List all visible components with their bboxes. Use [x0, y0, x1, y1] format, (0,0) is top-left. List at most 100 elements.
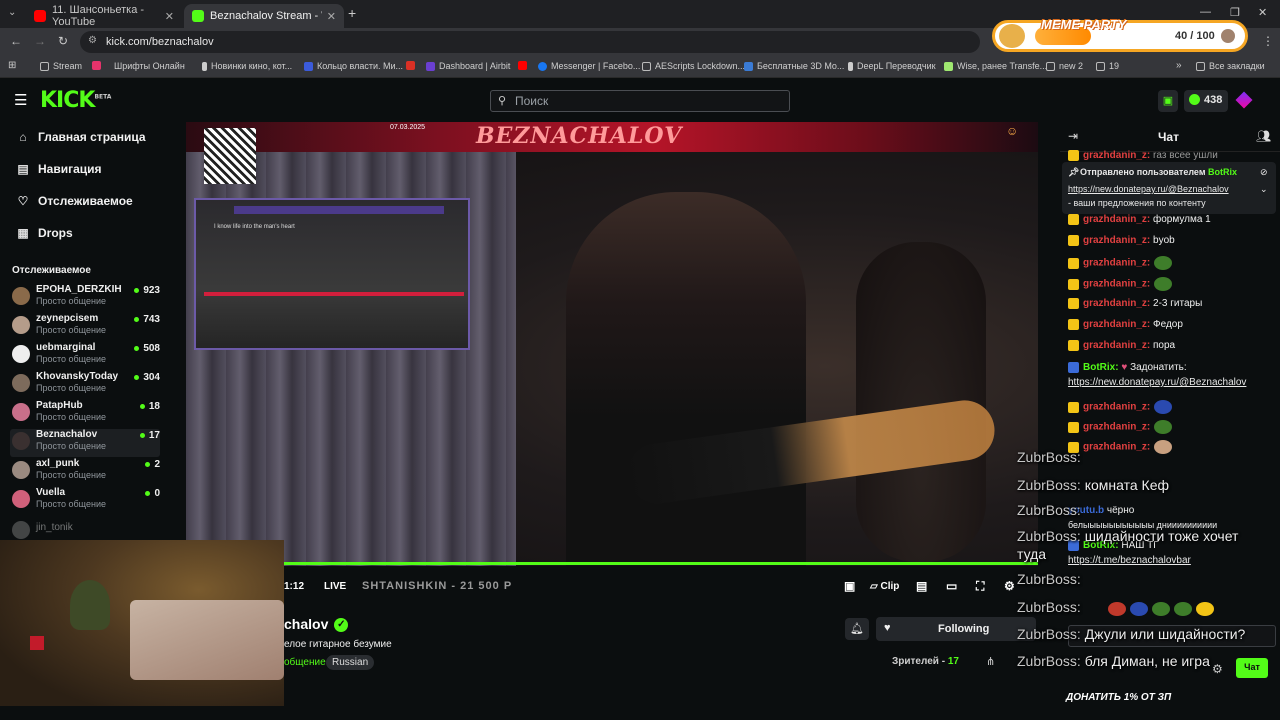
settings-icon[interactable]: ⚙ — [1212, 662, 1223, 676]
bookmark-favicon — [426, 61, 435, 71]
nav-following[interactable]: ♡ Отслеживаемое — [16, 194, 133, 208]
emote-icon — [1154, 420, 1173, 434]
notification-button[interactable]: 🔔︎ — [845, 618, 869, 640]
reload-icon[interactable]: ↻ — [58, 34, 68, 48]
pip-icon[interactable]: ▣ — [844, 579, 855, 593]
avatar — [12, 521, 30, 539]
game-note-lane — [204, 292, 464, 296]
nav-drops[interactable]: ▦ Drops — [16, 226, 72, 240]
bookmark-item[interactable]: AEScripts Lockdown... — [642, 61, 745, 71]
apps-icon[interactable]: ⊞ — [8, 60, 16, 71]
webcam-overlay — [0, 540, 284, 706]
tab-youtube[interactable]: 11. Шансоньетка - YouTube ✕ — [26, 4, 182, 28]
close-icon[interactable]: ✕ — [327, 10, 336, 23]
subscriber-badge — [1068, 319, 1079, 330]
bookmark-item[interactable]: 19 — [1096, 61, 1119, 71]
subscriber-badge — [1068, 298, 1079, 309]
all-bookmarks[interactable]: Все закладки — [1196, 61, 1265, 71]
overlay-chat-line: туда — [1017, 546, 1047, 562]
facebook-icon — [538, 61, 547, 71]
bookmark-item[interactable]: Бесплатные 3D Mo... — [744, 61, 844, 71]
theater-icon[interactable]: ▭ — [946, 579, 957, 593]
bookmark-item[interactable]: Wise, ранее Transfe... — [944, 61, 1047, 71]
bookmark-item[interactable]: Stream — [40, 61, 82, 71]
close-icon[interactable]: ✕ — [165, 10, 174, 23]
unpin-icon[interactable]: ⊘ — [1260, 167, 1268, 178]
chat-link[interactable]: https://t.me/beznachalovbar — [1068, 555, 1278, 566]
clip-button[interactable]: ▱ Clip — [870, 581, 899, 592]
chat-link[interactable]: https://new.donatepay.ru/@Beznachalov — [1068, 377, 1278, 388]
kick-logo[interactable]: KICKBETA — [40, 88, 111, 113]
followed-channel[interactable]: uebmarginal Просто общение 508 — [10, 342, 160, 370]
more-bookmarks-icon[interactable]: » — [1176, 60, 1182, 71]
followed-channel[interactable]: zeynepcisem Просто общение 743 — [10, 313, 160, 341]
users-icon[interactable]: 👥︎ — [1256, 129, 1271, 143]
menu-icon[interactable]: ☰ — [14, 91, 27, 109]
fullscreen-icon[interactable]: ⛶ — [976, 579, 984, 594]
send-chat-button[interactable]: Чат — [1236, 658, 1268, 678]
share-icon[interactable]: ⋔ — [986, 655, 995, 668]
bookmark-item[interactable]: Кольцо власти. Ми... — [304, 61, 403, 71]
nav-home[interactable]: ⌂ Главная страница — [16, 130, 145, 144]
collapse-chat-icon[interactable]: ⇥ — [1068, 129, 1078, 143]
tab-list-icon[interactable]: ⌄ — [8, 7, 16, 18]
back-icon[interactable]: ← — [10, 34, 22, 48]
bookmark-item[interactable] — [518, 61, 531, 70]
gift-icon[interactable]: ▣ — [1158, 90, 1178, 112]
bookmark-item[interactable]: Messenger | Facebo... — [538, 61, 640, 71]
stream-category[interactable]: общение — [284, 657, 326, 668]
pinned-message[interactable]: 📌︎ Отправлено пользователем BotRix https… — [1062, 162, 1276, 214]
followed-channel[interactable]: axl_punk Просто общение 2 — [10, 458, 160, 486]
site-info-icon[interactable]: ⚙ — [88, 35, 97, 46]
maximize-button[interactable]: ❐ — [1230, 6, 1240, 19]
captions-icon[interactable]: ▤ — [916, 579, 927, 593]
streamer-name[interactable]: chalov ✓ — [284, 616, 349, 633]
bookmark-item[interactable]: DeepL Переводчик — [848, 61, 936, 71]
bookmark-item[interactable]: Новинки кино, кот... — [202, 61, 292, 71]
followed-channel[interactable]: KhovanskyToday Просто общение 304 — [10, 371, 160, 399]
chat-message-bot: BotRix: ♥ Задонатить: — [1068, 362, 1278, 373]
followed-channel[interactable]: EPOHA_DERZKIH Просто общение 923 — [10, 284, 160, 312]
bookmark-favicon — [202, 61, 207, 71]
avatar — [12, 432, 30, 450]
video-player[interactable]: BEZNACHALOV 07.03.2025 I know life into … — [186, 122, 1038, 566]
settings-icon[interactable]: ⚙ — [1004, 579, 1015, 593]
chat-message: grazhdanin_z: — [1068, 400, 1278, 414]
folder-icon — [1096, 61, 1105, 71]
chevron-down-icon[interactable]: ⌄ — [1260, 184, 1268, 195]
folder-icon — [1046, 61, 1055, 71]
tab-title: Beznachalov Stream - Watch L — [210, 10, 322, 22]
moderator-badge — [1068, 362, 1079, 373]
bookmark-item[interactable]: Dashboard | Airbit — [426, 61, 510, 71]
bookmark-item[interactable] — [92, 61, 105, 70]
forward-icon[interactable]: → — [34, 34, 46, 48]
video-progress[interactable] — [186, 562, 1038, 565]
folder-icon — [1196, 61, 1205, 71]
new-tab-button[interactable]: + — [348, 5, 356, 21]
points-badge[interactable]: 438 — [1184, 90, 1228, 112]
language-tag[interactable]: Russian — [326, 655, 375, 670]
bookmark-favicon — [642, 61, 651, 71]
window-close-button[interactable]: ✕ — [1258, 6, 1267, 19]
minimize-button[interactable]: — — [1200, 6, 1211, 18]
folder-icon — [40, 61, 49, 71]
followed-channel[interactable]: PatapHub Просто общение 18 — [10, 400, 160, 428]
bookmark-item[interactable]: Шрифты Онлайн — [114, 61, 185, 71]
overlay-chat-line: ZubrBoss: комната Кеф — [1017, 477, 1169, 493]
bookmark-item[interactable]: new 2 — [1046, 61, 1083, 71]
follow-button[interactable]: ♥ Following — [876, 617, 1036, 641]
nav-browse[interactable]: ▤ Навигация — [16, 162, 101, 176]
url-field[interactable]: ⚙ kick.com/beznachalov — [80, 31, 980, 53]
chat-message: grazhdanin_z: — [1068, 256, 1278, 270]
user-avatar-icon[interactable] — [1235, 91, 1253, 109]
search-input[interactable]: ⚲ Поиск — [490, 90, 790, 112]
followed-channel[interactable]: Vuella Просто общение 0 — [10, 487, 160, 515]
followed-channel-active[interactable]: Beznachalov Просто общение 17 — [10, 429, 160, 457]
emote-icon — [1174, 602, 1192, 616]
bookmark-item[interactable] — [406, 61, 419, 70]
emote-icon — [1154, 277, 1173, 291]
menu-icon[interactable]: ⋮ — [1262, 34, 1274, 48]
overlay-chat-line: ZubrBoss: — [1017, 449, 1081, 465]
bookmark-favicon — [304, 61, 313, 71]
tab-kick[interactable]: Beznachalov Stream - Watch L ✕ — [184, 4, 344, 28]
